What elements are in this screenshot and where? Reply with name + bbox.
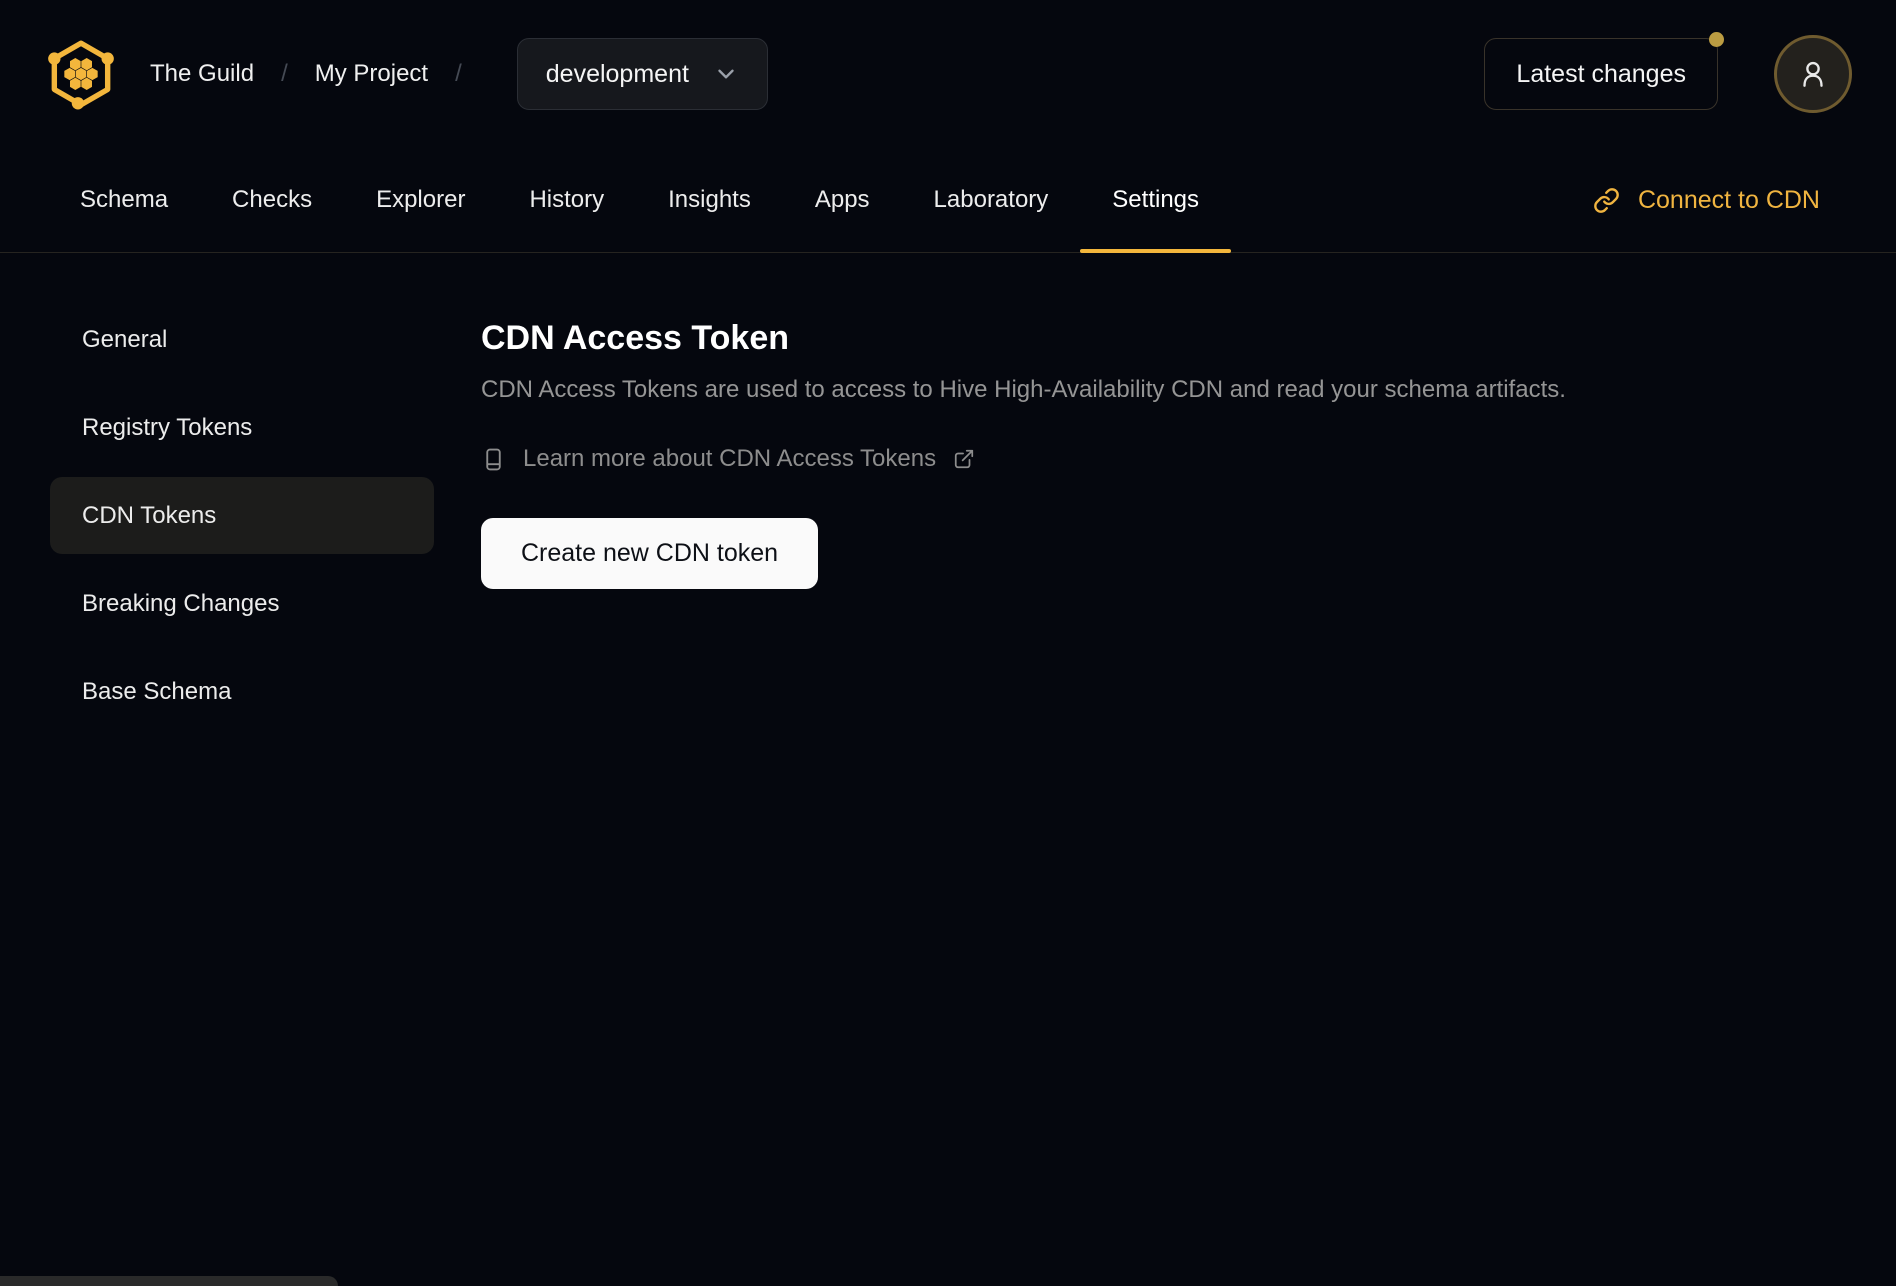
create-cdn-token-button[interactable]: Create new CDN token [481, 518, 819, 589]
link-chain-icon [1593, 187, 1620, 214]
book-icon [481, 447, 506, 472]
tab-explorer[interactable]: Explorer [344, 148, 497, 252]
tab-insights[interactable]: Insights [636, 148, 783, 252]
latest-changes-button[interactable]: Latest changes [1484, 32, 1724, 110]
settings-content: General Registry Tokens CDN Tokens Break… [0, 253, 1896, 741]
tab-settings[interactable]: Settings [1080, 148, 1231, 253]
breadcrumb-separator: / [455, 60, 462, 87]
latest-changes-label: Latest changes [1516, 59, 1686, 88]
top-header: The Guild / My Project / development Lat… [0, 0, 1896, 148]
sidebar-item-cdn-tokens[interactable]: CDN Tokens [50, 477, 434, 554]
connect-to-cdn-link[interactable]: Connect to CDN [1593, 148, 1848, 252]
chevron-down-icon [713, 61, 739, 87]
user-avatar[interactable] [1774, 35, 1852, 113]
environment-select[interactable]: development [516, 38, 768, 110]
tab-checks[interactable]: Checks [200, 148, 344, 252]
breadcrumb-separator: / [281, 60, 288, 87]
hive-honeycomb-logo-icon [44, 34, 118, 114]
primary-nav-tabs: Schema Checks Explorer History Insights … [0, 148, 1896, 253]
cdn-token-panel: CDN Access Token CDN Access Tokens are u… [460, 301, 1896, 589]
bottom-partial-panel [0, 1276, 338, 1286]
user-icon [1796, 57, 1830, 91]
connect-to-cdn-label: Connect to CDN [1637, 185, 1820, 214]
sidebar-item-registry-tokens[interactable]: Registry Tokens [50, 389, 434, 466]
sidebar-item-base-schema[interactable]: Base Schema [50, 653, 434, 730]
environment-select-value: development [545, 59, 689, 88]
tab-laboratory[interactable]: Laboratory [902, 148, 1081, 252]
tab-apps[interactable]: Apps [783, 148, 902, 252]
breadcrumb-org[interactable]: The Guild [150, 60, 254, 88]
breadcrumb-project[interactable]: My Project [315, 60, 428, 88]
sidebar-item-breaking-changes[interactable]: Breaking Changes [50, 565, 434, 642]
learn-more-link[interactable]: Learn more about CDN Access Tokens [481, 445, 975, 473]
settings-sidebar: General Registry Tokens CDN Tokens Break… [0, 301, 460, 741]
page-title: CDN Access Token [481, 319, 789, 357]
page-description: CDN Access Tokens are used to access to … [481, 376, 1566, 403]
learn-more-label: Learn more about CDN Access Tokens [523, 445, 937, 472]
notification-dot [1709, 32, 1724, 47]
external-link-icon [953, 448, 975, 470]
sidebar-item-general[interactable]: General [50, 301, 434, 378]
hive-logo-link[interactable] [44, 34, 118, 114]
tab-history[interactable]: History [497, 148, 636, 252]
tab-schema[interactable]: Schema [48, 148, 200, 252]
